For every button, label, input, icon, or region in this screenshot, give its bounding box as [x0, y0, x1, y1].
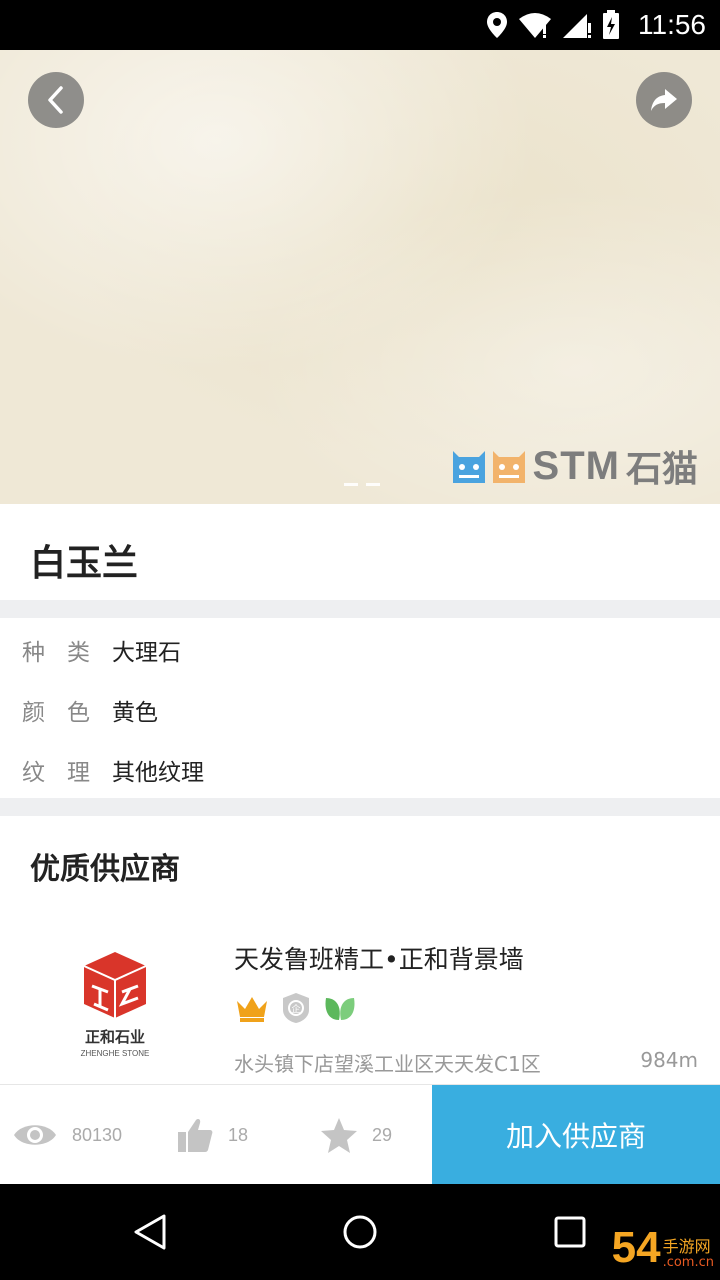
supplier-address: 水头镇下店望溪工业区天天发C1区 [234, 1052, 541, 1076]
product-title: 白玉兰 [30, 543, 139, 584]
status-icons: 11:56 [486, 8, 706, 42]
image-pager [344, 483, 380, 486]
crown-icon [237, 997, 267, 1022]
status-bar: 11:56 [0, 0, 720, 50]
bottom-action-bar: 80130 18 29 加入供应商 [0, 1084, 720, 1185]
supplier-badges: 企 [234, 992, 358, 1024]
circle-home-icon [343, 1215, 377, 1249]
nav-recents-button[interactable] [546, 1208, 594, 1256]
property-row: 颜色 黄色 [22, 690, 158, 730]
property-label: 颜色 [22, 700, 112, 726]
stm-watermark: STM 石猫 [451, 443, 698, 490]
favorite-button[interactable]: 29 [320, 1085, 392, 1185]
enterprise-icon: 企 [283, 993, 309, 1023]
nav-home-button[interactable] [336, 1208, 384, 1256]
wifi-icon [519, 13, 551, 38]
likes-count: 18 [228, 1124, 249, 1145]
like-button[interactable]: 18 [176, 1085, 248, 1185]
eye-icon [14, 1125, 56, 1145]
star-icon [321, 1118, 357, 1153]
divider [0, 798, 720, 816]
stm-logo-icon [451, 447, 527, 485]
views-count: 80130 [72, 1124, 123, 1145]
supplier-logo[interactable]: 正和石业 ZHENGHE STONE [60, 938, 170, 1068]
property-label: 纹理 [22, 760, 112, 786]
join-supplier-button[interactable]: 加入供应商 [432, 1085, 720, 1185]
signal-icon [563, 14, 591, 38]
leaf-icon [325, 998, 355, 1020]
property-value: 大理石 [112, 640, 181, 666]
property-row: 纹理 其他纹理 [22, 750, 204, 790]
location-icon [487, 12, 507, 38]
nav-back-button[interactable] [126, 1208, 174, 1256]
views-stat: 80130 [12, 1085, 122, 1185]
property-row: 种类 大理石 [22, 630, 181, 670]
watermark-brand: STM [532, 443, 620, 488]
logo-text-en: ZHENGHE STONE [81, 1049, 150, 1058]
favorites-count: 29 [372, 1124, 393, 1145]
supplier-section: 优质供应商 正和石业 ZHENGHE STONE 天发鲁班精工•正和背景墙 企 … [0, 816, 720, 1084]
status-time: 11:56 [638, 9, 706, 40]
system-nav-bar: 54 手游网 .com.cn [0, 1184, 720, 1280]
watermark-cn: 石猫 [625, 449, 698, 490]
divider [0, 600, 720, 618]
title-section: 白玉兰 [0, 504, 720, 600]
product-image[interactable]: STM 石猫 [0, 50, 720, 504]
back-button[interactable] [28, 72, 84, 128]
site-watermark-name: 手游网 [662, 1237, 711, 1257]
supplier-distance: 984m [640, 1048, 698, 1072]
logo-text-cn: 正和石业 [85, 1028, 145, 1046]
section-title: 优质供应商 [30, 852, 180, 887]
chevron-left-icon [48, 86, 63, 114]
triangle-back-icon [134, 1214, 166, 1250]
property-value: 其他纹理 [112, 760, 204, 786]
svg-text:企: 企 [291, 1003, 300, 1015]
battery-icon [603, 10, 619, 39]
square-recents-icon [554, 1216, 586, 1248]
share-arrow-icon [651, 89, 677, 111]
product-properties: 种类 大理石 颜色 黄色 纹理 其他纹理 [0, 618, 720, 798]
property-label: 种类 [22, 640, 112, 666]
property-value: 黄色 [112, 700, 158, 726]
supplier-name[interactable]: 天发鲁班精工•正和背景墙 [234, 940, 524, 976]
thumbs-up-icon [178, 1119, 213, 1152]
site-watermark-domain: .com.cn [662, 1254, 714, 1270]
site-watermark: 54 手游网 .com.cn [612, 1226, 714, 1270]
share-button[interactable] [636, 72, 692, 128]
site-watermark-number: 54 [611, 1223, 661, 1272]
